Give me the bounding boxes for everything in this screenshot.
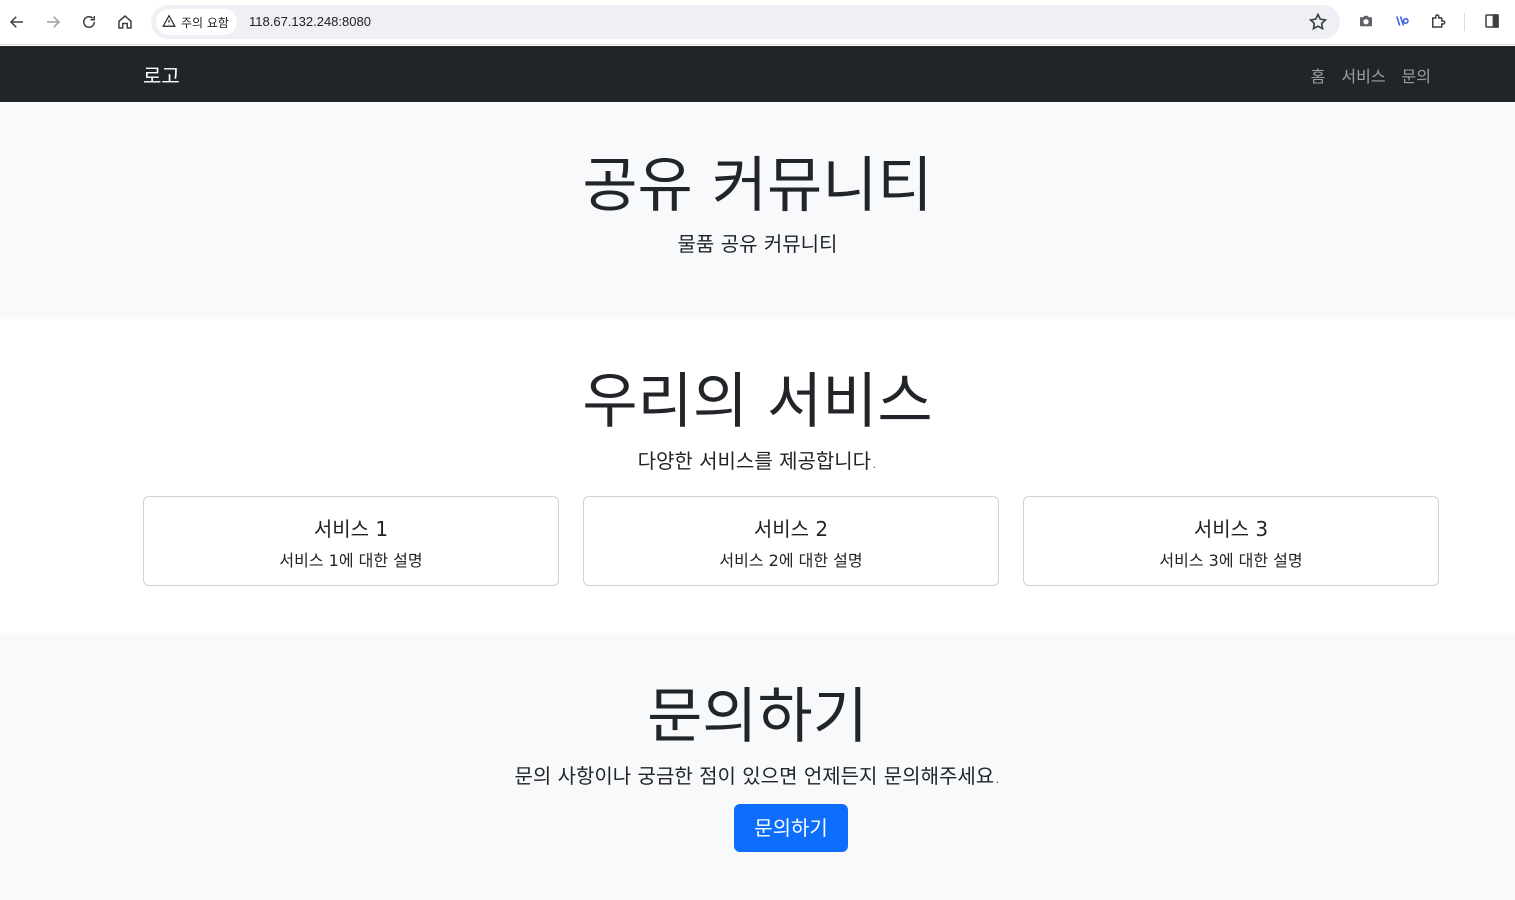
puzzle-icon[interactable] xyxy=(1428,11,1448,31)
home-icon[interactable] xyxy=(113,10,137,34)
services-title: 우리의 서비스 xyxy=(582,367,933,437)
forward-arrow-icon[interactable] xyxy=(41,10,65,34)
service-card-3: 서비스 3 서비스 3에 대한 설명 xyxy=(1023,496,1439,586)
contact-button[interactable]: 문의하기 xyxy=(734,804,848,852)
toolbar-divider xyxy=(1464,13,1465,31)
nav-link-home[interactable]: 홈 xyxy=(1311,63,1326,87)
nav-link-services[interactable]: 서비스 xyxy=(1341,63,1385,87)
back-arrow-icon[interactable] xyxy=(5,10,29,34)
side-panel-icon[interactable] xyxy=(1482,11,1502,31)
service-card-text: 서비스 3에 대한 설명 xyxy=(1159,551,1303,570)
reload-icon[interactable] xyxy=(77,10,101,34)
hero-subtitle: 물품 공유 커뮤니티 xyxy=(677,232,838,256)
service-card-text: 서비스 2에 대한 설명 xyxy=(719,551,863,570)
hero-section: 공유 커뮤니티 물품 공유 커뮤니티 xyxy=(0,102,1515,319)
extension-icon[interactable] xyxy=(1392,11,1412,31)
warning-icon xyxy=(162,14,176,31)
nav-link-contact[interactable]: 문의 xyxy=(1402,63,1431,87)
service-card-title: 서비스 1 xyxy=(313,517,389,541)
service-card-title: 서비스 2 xyxy=(753,517,829,541)
site-navbar: 로고 홈 서비스 문의 xyxy=(0,46,1515,102)
address-bar[interactable]: 주의 요함 118.67.132.248:8080 xyxy=(151,5,1340,39)
camera-icon[interactable] xyxy=(1356,11,1376,31)
security-label: 주의 요함 xyxy=(181,15,229,30)
nav-links: 홈 서비스 문의 xyxy=(1311,63,1431,87)
brand-logo[interactable]: 로고 xyxy=(143,60,180,89)
services-subtitle: 다양한 서비스를 제공합니다. xyxy=(637,449,878,473)
service-card-text: 서비스 1에 대한 설명 xyxy=(279,551,423,570)
services-section: 우리의 서비스 다양한 서비스를 제공합니다. 서비스 1 서비스 1에 대한 … xyxy=(0,319,1515,633)
security-warning-chip[interactable]: 주의 요함 xyxy=(156,9,237,35)
service-card-1: 서비스 1 서비스 1에 대한 설명 xyxy=(143,496,559,586)
contact-subtitle: 문의 사항이나 궁금한 점이 있으면 언제든지 문의해주세요. xyxy=(514,764,1001,788)
hero-title: 공유 커뮤니티 xyxy=(582,151,933,221)
service-card-2: 서비스 2 서비스 2에 대한 설명 xyxy=(583,496,999,586)
contact-title: 문의하기 xyxy=(647,682,868,752)
service-card-title: 서비스 3 xyxy=(1193,517,1269,541)
contact-section: 문의하기 문의 사항이나 궁금한 점이 있으면 언제든지 문의해주세요. 문의하… xyxy=(0,633,1515,900)
star-icon[interactable] xyxy=(1308,12,1328,32)
url-text[interactable]: 118.67.132.248:8080 xyxy=(249,14,371,29)
browser-toolbar: 주의 요함 118.67.132.248:8080 xyxy=(0,0,1515,45)
